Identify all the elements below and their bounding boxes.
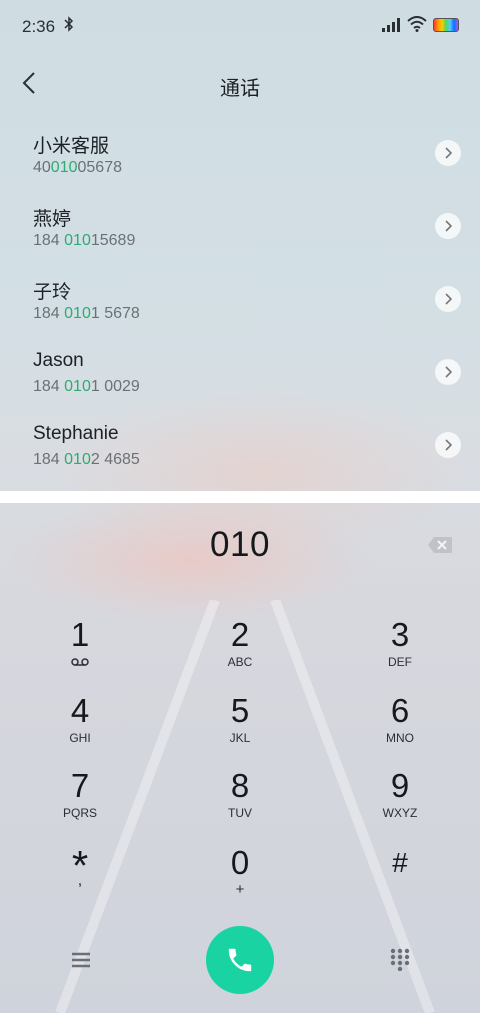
chevron-right-icon xyxy=(445,220,452,232)
battery-icon xyxy=(433,18,459,32)
contact-item[interactable]: 子玲 184 0101 5678 xyxy=(0,268,480,341)
dialpad-grid-icon xyxy=(390,948,410,972)
status-time: 2:36 xyxy=(22,17,56,36)
backspace-button[interactable] xyxy=(427,536,453,554)
bottom-bar xyxy=(0,925,480,995)
contact-name: Jason xyxy=(33,350,84,371)
contact-name: 子玲 xyxy=(33,282,72,303)
wifi-icon xyxy=(407,16,427,37)
chevron-right-icon xyxy=(445,147,452,159)
menu-icon xyxy=(72,952,90,968)
phone-icon xyxy=(228,948,252,972)
contact-number: 184 01015689 xyxy=(33,232,136,249)
contact-detail-button[interactable] xyxy=(435,359,461,385)
contact-list: 小米客服 4001005678 燕婷 184 01015689 子玲 184 0… xyxy=(0,122,480,487)
key-4[interactable]: 4 GHI xyxy=(20,692,140,764)
key-8[interactable]: 8 TUV xyxy=(180,767,300,839)
key-6[interactable]: 6 MNO xyxy=(340,692,460,764)
list-divider xyxy=(0,491,480,503)
page-title: 通话 xyxy=(220,78,260,100)
contact-number: 184 0101 0029 xyxy=(33,378,140,395)
key-hash[interactable]: # xyxy=(340,844,460,916)
key-9[interactable]: 9 WXYZ xyxy=(340,767,460,839)
contact-name: 小米客服 xyxy=(33,136,110,157)
backspace-icon xyxy=(428,537,452,553)
key-1[interactable]: 1 xyxy=(20,616,140,688)
dial-number-display[interactable]: 010 xyxy=(0,525,480,565)
voicemail-icon xyxy=(20,655,140,669)
contact-item[interactable]: Jason 184 0101 0029 xyxy=(0,341,480,414)
contact-detail-button[interactable] xyxy=(435,140,461,166)
contact-detail-button[interactable] xyxy=(435,213,461,239)
key-7[interactable]: 7 PQRS xyxy=(20,767,140,839)
chevron-right-icon xyxy=(445,439,452,451)
chevron-right-icon xyxy=(445,366,452,378)
contact-item[interactable]: Stephanie 184 0102 4685 xyxy=(0,414,480,487)
key-3[interactable]: 3 DEF xyxy=(340,616,460,688)
chevron-right-icon xyxy=(445,293,452,305)
contact-item[interactable]: 小米客服 4001005678 xyxy=(0,122,480,195)
signal-icon xyxy=(382,18,402,37)
contact-number: 184 0102 4685 xyxy=(33,451,140,468)
contact-name: Stephanie xyxy=(33,423,119,444)
key-star[interactable]: * , xyxy=(20,844,140,916)
call-button[interactable] xyxy=(206,926,274,994)
status-bar: 2:36 xyxy=(0,0,480,52)
contact-detail-button[interactable] xyxy=(435,432,461,458)
key-2[interactable]: 2 ABC xyxy=(180,616,300,688)
contact-detail-button[interactable] xyxy=(435,286,461,312)
header: 通话 xyxy=(0,60,480,108)
contact-number: 4001005678 xyxy=(33,159,122,176)
menu-button[interactable] xyxy=(68,947,94,973)
dialpad-toggle-button[interactable] xyxy=(388,947,412,972)
contact-name: 燕婷 xyxy=(33,209,72,230)
key-0[interactable]: 0 + xyxy=(180,844,300,916)
contact-number: 184 0101 5678 xyxy=(33,305,140,322)
contact-item[interactable]: 燕婷 184 01015689 xyxy=(0,195,480,268)
key-5[interactable]: 5 JKL xyxy=(180,692,300,764)
bluetooth-icon xyxy=(64,16,74,36)
